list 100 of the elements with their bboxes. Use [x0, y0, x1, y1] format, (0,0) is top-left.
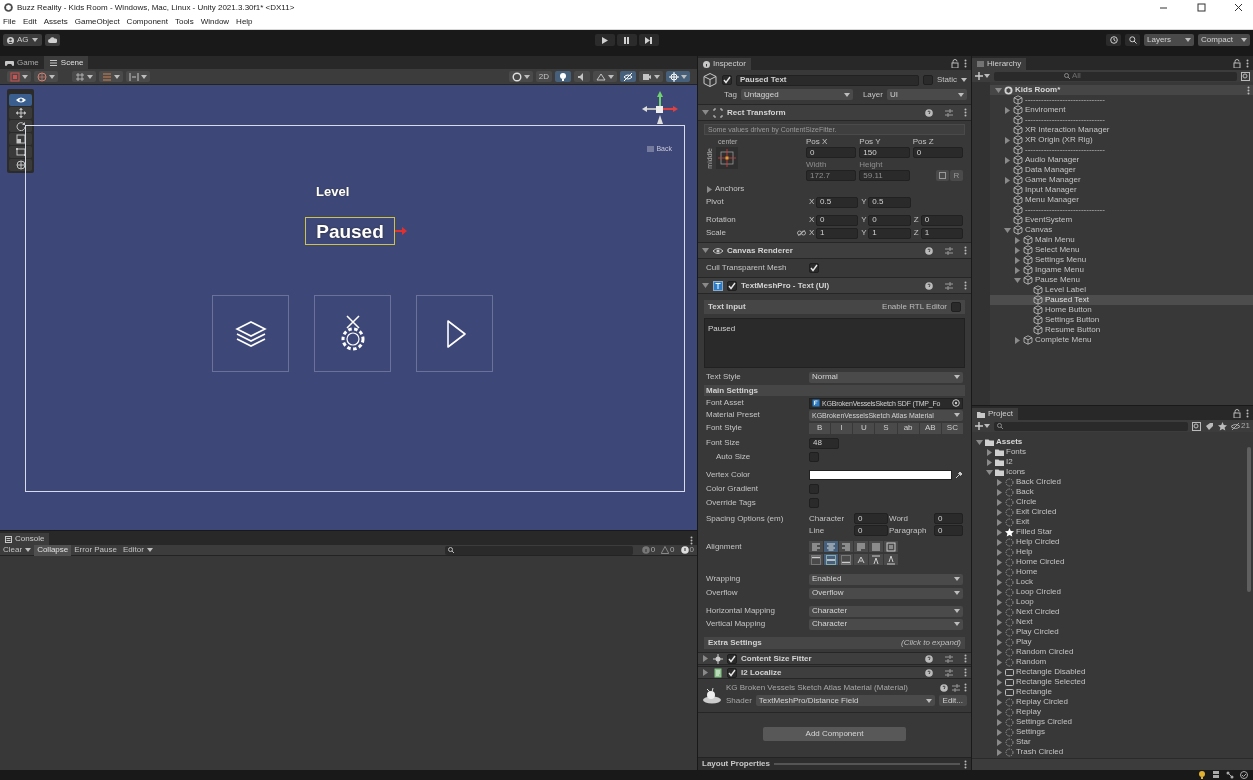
hierarchy-item[interactable]: ------------------------------: [990, 115, 1253, 125]
hierarchy-item[interactable]: Complete Menu: [990, 335, 1253, 345]
hierarchy-item[interactable]: Main Menu: [990, 235, 1253, 245]
project-item[interactable]: Trash Circled: [972, 747, 1246, 757]
number-field[interactable]: 0: [920, 214, 963, 226]
font-style-button[interactable]: B: [809, 422, 831, 434]
dropdown[interactable]: Character: [809, 618, 963, 630]
project-item[interactable]: Random Circled: [972, 647, 1246, 657]
hierarchy-item[interactable]: Level Label: [990, 285, 1253, 295]
project-item[interactable]: Rectangle Selected: [972, 677, 1246, 687]
hierarchy-item[interactable]: Ingame Menu: [990, 265, 1253, 275]
project-item[interactable]: Play Circled: [972, 627, 1246, 637]
console-toolbar-button[interactable]: Error Pause: [71, 544, 120, 556]
project-item[interactable]: Home Circled: [972, 557, 1246, 567]
number-field[interactable]: 150: [859, 147, 910, 158]
hierarchy-item[interactable]: Settings Menu: [990, 255, 1253, 265]
project-item[interactable]: Help: [972, 547, 1246, 557]
scene-row[interactable]: Kids Room*: [990, 85, 1253, 95]
number-field[interactable]: 0: [816, 214, 859, 226]
name-field[interactable]: Paused Text: [736, 74, 919, 86]
number-field[interactable]: 0: [854, 513, 888, 524]
font-style-button[interactable]: SC: [941, 422, 963, 434]
project-item[interactable]: Replay Circled: [972, 697, 1246, 707]
project-item[interactable]: Exit Circled: [972, 507, 1246, 517]
menu-item[interactable]: Edit: [22, 18, 37, 26]
project-item[interactable]: Settings Circled: [972, 717, 1246, 727]
number-field[interactable]: 0: [868, 214, 911, 226]
menu-item[interactable]: Window: [200, 18, 230, 26]
hierarchy-item[interactable]: Settings Button: [990, 315, 1253, 325]
project-item[interactable]: Rectangle: [972, 687, 1246, 697]
project-item[interactable]: Star: [972, 737, 1246, 747]
hierarchy-item[interactable]: ------------------------------: [990, 205, 1253, 215]
number-field[interactable]: 0: [934, 525, 963, 536]
text-style-dropdown[interactable]: Normal: [809, 371, 963, 383]
hierarchy-item[interactable]: Canvas: [990, 225, 1253, 235]
hierarchy-item[interactable]: Enviroment: [990, 105, 1253, 115]
menu-item[interactable]: GameObject: [74, 18, 120, 26]
edit-button[interactable]: Edit...: [938, 695, 967, 706]
project-item[interactable]: Play: [972, 637, 1246, 647]
menu-item[interactable]: Help: [236, 18, 253, 26]
component-header[interactable]: Content Size Fitter: [698, 652, 971, 665]
number-field[interactable]: 0: [806, 147, 857, 158]
shader-dropdown[interactable]: TextMeshPro/Distance Field: [755, 695, 935, 706]
panel-tab[interactable]: Scene: [43, 56, 89, 69]
hierarchy-item[interactable]: Resume Button: [990, 325, 1253, 335]
hierarchy-item[interactable]: ------------------------------: [990, 95, 1253, 105]
number-field[interactable]: 0.5: [816, 196, 859, 208]
project-item[interactable]: Fonts: [972, 447, 1246, 457]
project-item[interactable]: Back Circled: [972, 477, 1246, 487]
project-item[interactable]: Icons: [972, 467, 1246, 477]
log-count-toggle[interactable]: 0: [658, 544, 678, 556]
number-field[interactable]: 1: [816, 227, 859, 239]
number-field[interactable]: 0: [934, 513, 963, 524]
font-style-button[interactable]: AB: [919, 422, 941, 434]
hierarchy-item[interactable]: Pause Menu: [990, 275, 1253, 285]
project-item[interactable]: Loop: [972, 597, 1246, 607]
hierarchy-item[interactable]: Paused Text: [990, 295, 1253, 305]
project-item[interactable]: Random: [972, 657, 1246, 667]
number-field[interactable]: 0.5: [868, 196, 911, 208]
project-item[interactable]: Circle: [972, 497, 1246, 507]
font-style-button[interactable]: I: [831, 422, 853, 434]
hidden-packages-toggle[interactable]: 21: [1231, 422, 1250, 430]
toolbar-button[interactable]: 2D: [535, 71, 552, 82]
account-button[interactable]: AG: [3, 34, 42, 46]
hierarchy-item[interactable]: Audio Manager: [990, 155, 1253, 165]
console-toolbar-button[interactable]: Collapse: [34, 544, 72, 556]
project-item[interactable]: Settings: [972, 727, 1246, 737]
project-item[interactable]: Loop Circled: [972, 587, 1246, 597]
component-header[interactable]: I2 Localize: [698, 666, 971, 679]
font-style-button[interactable]: S: [875, 422, 897, 434]
project-item[interactable]: Next Circled: [972, 607, 1246, 617]
layout-properties-bar[interactable]: Layout Properties: [698, 757, 971, 770]
project-item[interactable]: Lock: [972, 577, 1246, 587]
section-header[interactable]: Extra Settings (Click to expand): [704, 637, 965, 649]
console-toolbar-button[interactable]: Editor: [119, 544, 156, 556]
number-field[interactable]: 0: [854, 525, 888, 536]
add-component-button[interactable]: Add Component: [763, 727, 906, 741]
component-header[interactable]: Rect Transform: [698, 104, 971, 121]
menu-item[interactable]: Assets: [43, 18, 68, 26]
number-field[interactable]: 48: [809, 437, 839, 449]
number-field[interactable]: 1: [868, 227, 911, 239]
layout-dropdown[interactable]: Compact: [1198, 34, 1250, 46]
hierarchy-item[interactable]: XR Origin (XR Rig): [990, 135, 1253, 145]
dropdown[interactable]: Overflow: [809, 587, 963, 599]
menu-item[interactable]: Tools: [174, 18, 194, 26]
menu-item[interactable]: Component: [126, 18, 168, 26]
project-item[interactable]: Next: [972, 617, 1246, 627]
panel-tab[interactable]: Game: [0, 56, 44, 69]
log-count-toggle[interactable]: 0: [677, 544, 697, 556]
number-field[interactable]: 0: [912, 147, 963, 158]
project-item[interactable]: Filled Star: [972, 527, 1246, 537]
dropdown[interactable]: Character: [809, 605, 963, 617]
console-tab[interactable]: Console: [0, 533, 50, 545]
project-item[interactable]: Back: [972, 487, 1246, 497]
project-tab[interactable]: Project: [972, 408, 1018, 420]
hierarchy-item[interactable]: Input Manager: [990, 185, 1253, 195]
text-input-area[interactable]: Paused: [704, 318, 965, 368]
font-style-button[interactable]: U: [853, 422, 875, 434]
inspector-tab[interactable]: Inspector: [698, 58, 751, 70]
component-header[interactable]: Canvas Renderer: [698, 242, 971, 259]
